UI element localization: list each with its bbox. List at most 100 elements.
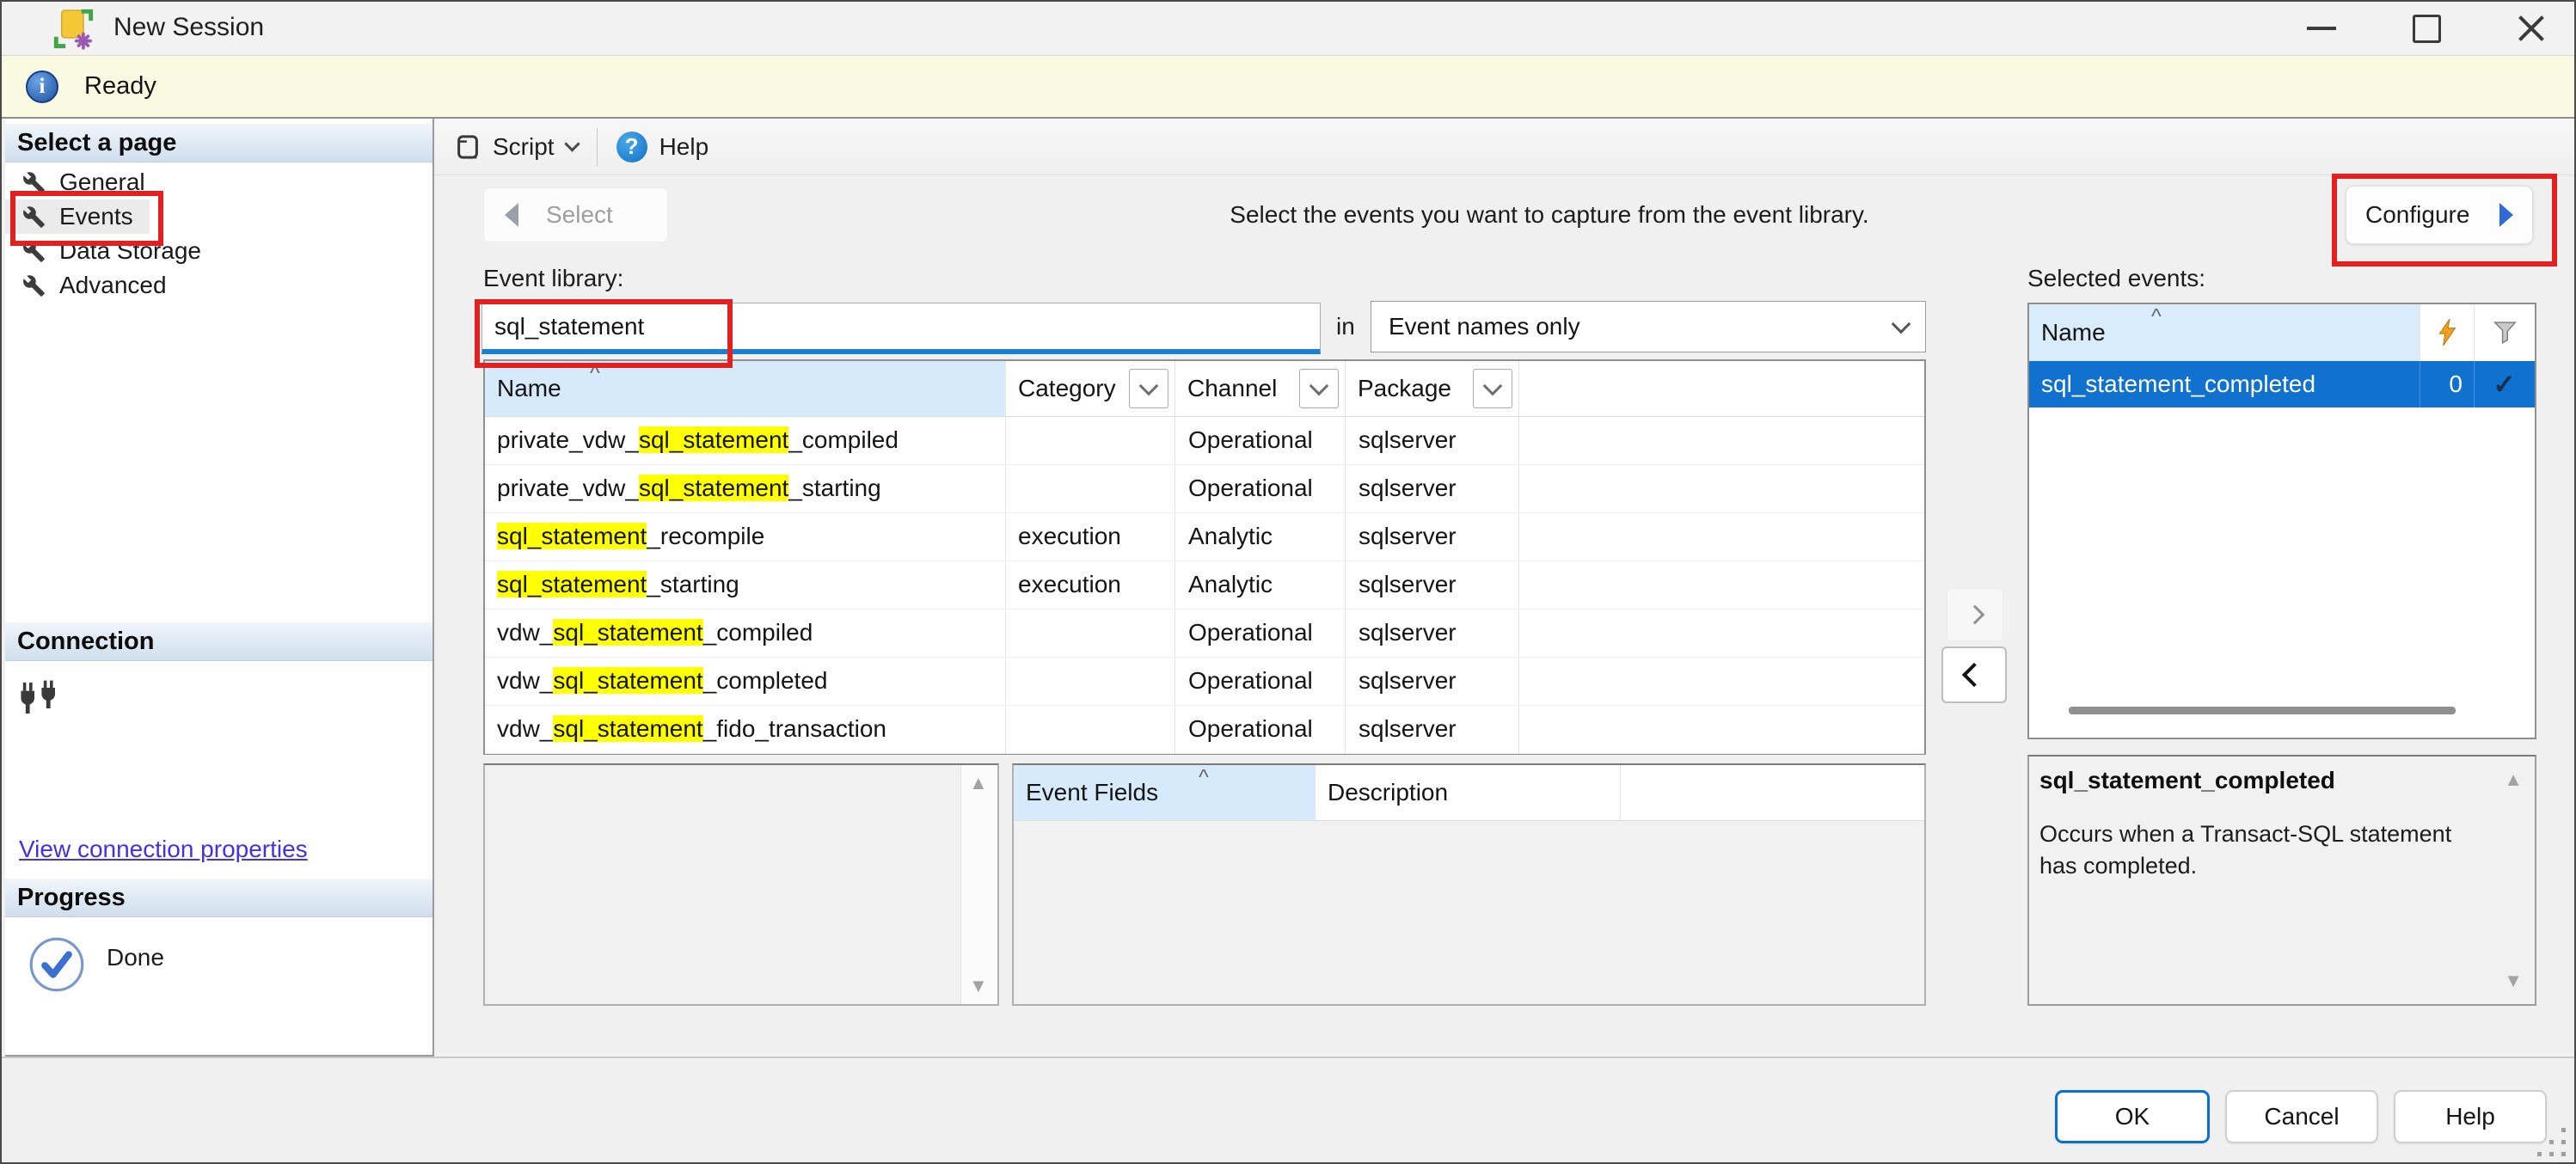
script-button[interactable]: Script	[446, 128, 586, 166]
sort-asc-icon: ^	[1199, 767, 1209, 788]
title-bar: New Session	[2, 2, 2574, 56]
select-button-label: Select	[546, 201, 613, 229]
back-arrow-icon	[505, 203, 518, 227]
scroll-up-icon[interactable]: ▲	[969, 774, 988, 793]
search-highlight: sql_statement	[497, 523, 647, 549]
toolbar-separator	[597, 128, 598, 166]
event-library-label: Event library:	[483, 265, 623, 292]
channel-filter-dropdown[interactable]	[1299, 369, 1339, 408]
event-description-panel: sql_statement_completed ▲ Occurs when a …	[2027, 755, 2536, 1006]
info-icon: i	[26, 70, 58, 103]
cancel-button[interactable]: Cancel	[2225, 1090, 2378, 1143]
dialog-footer: OK Cancel Help	[2, 1057, 2574, 1164]
maximize-button[interactable]	[2407, 8, 2445, 49]
column-header-actions[interactable]	[2420, 304, 2475, 361]
lightning-icon	[2438, 319, 2458, 346]
help-toolbar-button[interactable]: ? Help	[608, 126, 718, 168]
sidebar-item-advanced[interactable]: Advanced	[5, 268, 167, 303]
sidebar-item-general[interactable]: General	[5, 165, 145, 199]
progress-header: Progress	[5, 879, 432, 917]
horizontal-scrollbar-thumb[interactable]	[2069, 707, 2456, 714]
search-highlight: sql_statement	[639, 426, 788, 453]
event-row[interactable]: vdw_sql_statement_completed Operational …	[485, 657, 1924, 706]
column-header-name[interactable]: Name ^	[2029, 304, 2420, 361]
sort-asc-icon: ^	[2151, 306, 2162, 328]
event-library-search-input[interactable]	[481, 303, 1321, 354]
category-filter-dropdown[interactable]	[1129, 369, 1168, 408]
action-count: 0	[2420, 361, 2463, 407]
event-row[interactable]: sql_statement_starting execution Analyti…	[485, 561, 1924, 610]
scroll-down-icon[interactable]: ▼	[969, 977, 988, 996]
select-a-page-header: Select a page	[5, 124, 432, 162]
wrench-icon	[22, 171, 46, 194]
search-scope-dropdown[interactable]: Event names only	[1371, 301, 1926, 352]
column-header-filter[interactable]	[2474, 304, 2536, 361]
sidebar-item-data-storage[interactable]: Data Storage	[5, 234, 201, 268]
event-row[interactable]: private_vdw_sql_statement_compiled Opera…	[485, 416, 1924, 465]
scroll-up-icon[interactable]: ▲	[2504, 770, 2523, 789]
selected-table-header: Name ^	[2029, 304, 2535, 362]
search-highlight: sql_statement	[553, 619, 702, 646]
description-title: sql_statement_completed	[2039, 767, 2335, 794]
chevron-right-icon	[1966, 605, 1985, 625]
sidebar-item-events[interactable]: Events	[5, 199, 150, 234]
remove-event-button[interactable]	[1941, 646, 2007, 703]
filter-check-icon: ✓	[2474, 361, 2535, 407]
select-page-button[interactable]: Select	[483, 187, 668, 242]
page-toolbar: Script ? Help	[434, 119, 2576, 175]
vertical-scrollbar[interactable]: ▲ ▼	[960, 765, 997, 1004]
column-header-category[interactable]: Category	[1005, 361, 1175, 416]
status-text: Ready	[84, 72, 156, 101]
search-highlight: sql_statement	[497, 571, 647, 597]
search-highlight: sql_statement	[553, 715, 702, 742]
help-icon: ?	[616, 132, 647, 162]
in-label: in	[1336, 313, 1355, 340]
connection-plugs-icon	[19, 676, 60, 720]
window-controls	[2303, 2, 2550, 55]
connection-header: Connection	[5, 622, 432, 661]
event-row[interactable]: vdw_sql_statement_compiled Operational s…	[485, 609, 1924, 658]
search-scope-value: Event names only	[1389, 313, 1580, 340]
configure-button[interactable]: Configure	[2346, 186, 2533, 244]
library-table-header: Name ^ Category Channel Package	[485, 361, 1924, 417]
wrench-icon	[22, 274, 46, 297]
forward-arrow-icon	[2499, 203, 2513, 227]
event-row[interactable]: sql_statement_recompile execution Analyt…	[485, 512, 1924, 561]
sort-asc-icon: ^	[590, 363, 600, 384]
column-header-name[interactable]: Name ^	[485, 361, 1005, 416]
script-button-label: Script	[493, 133, 555, 161]
column-header-channel[interactable]: Channel	[1175, 361, 1346, 416]
event-details-panel: ▲ ▼	[483, 763, 999, 1006]
add-event-button[interactable]	[1947, 588, 2003, 641]
column-header-description[interactable]: Description	[1315, 765, 1621, 820]
wrench-icon	[22, 240, 46, 263]
event-row[interactable]: vdw_sql_statement_fido_transaction Opera…	[485, 705, 1924, 754]
description-text: Occurs when a Transact-SQL statement has…	[2039, 818, 2495, 882]
event-row[interactable]: private_vdw_sql_statement_starting Opera…	[485, 464, 1924, 513]
scroll-down-icon[interactable]: ▼	[2504, 971, 2523, 990]
minimize-icon	[2307, 27, 2336, 30]
column-header-event-fields[interactable]: Event Fields ^	[1014, 765, 1315, 820]
search-highlight: sql_statement	[639, 475, 788, 501]
package-filter-dropdown[interactable]	[1473, 369, 1512, 408]
minimize-button[interactable]	[2303, 8, 2340, 49]
view-connection-properties-link[interactable]: View connection properties	[19, 836, 308, 863]
selected-events-table: Name ^ sql_statement_completed 0 ✓	[2027, 303, 2536, 739]
script-dropdown-icon[interactable]	[564, 136, 580, 151]
window-title: New Session	[113, 13, 264, 42]
chevron-down-icon	[1309, 377, 1329, 396]
sidebar-item-label: Data Storage	[59, 237, 201, 265]
help-button[interactable]: Help	[2394, 1090, 2547, 1143]
done-check-icon	[28, 935, 86, 994]
close-button[interactable]	[2512, 8, 2550, 49]
column-header-package[interactable]: Package	[1345, 361, 1519, 416]
instruction-text: Select the events you want to capture fr…	[1033, 201, 2065, 229]
search-highlight: sql_statement	[553, 667, 702, 694]
sidebar-item-label: General	[59, 168, 145, 196]
resize-grip[interactable]	[2531, 1128, 2566, 1162]
progress-status: Done	[107, 944, 164, 971]
chevron-down-icon	[1892, 315, 1911, 334]
ok-button[interactable]: OK	[2055, 1090, 2210, 1143]
event-fields-table: Event Fields ^ Description	[1012, 763, 1926, 1006]
selected-event-row[interactable]: sql_statement_completed 0 ✓	[2029, 361, 2535, 407]
